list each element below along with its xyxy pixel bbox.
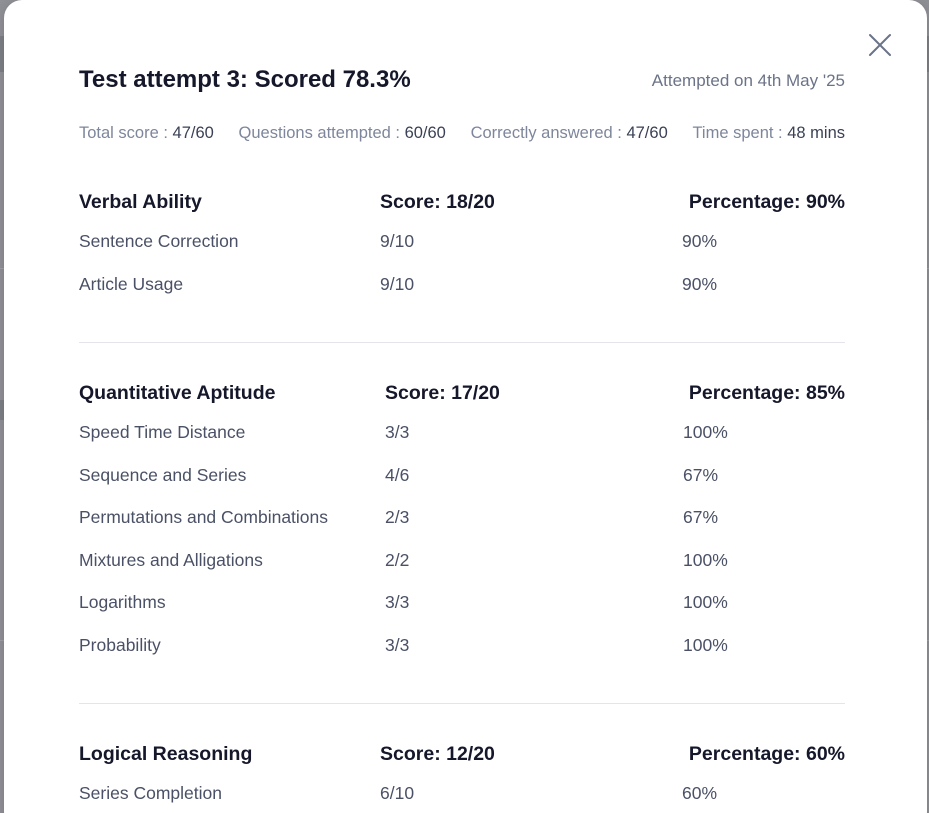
stat-total-score: Total score : 47/60 — [79, 124, 214, 143]
stat-value: 60/60 — [404, 124, 446, 142]
topic-percent: 100% — [683, 592, 728, 612]
topic-name: Sequence and Series — [79, 464, 247, 485]
stat-questions-attempted: Questions attempted : 60/60 — [239, 124, 446, 143]
topic-percent: 90% — [682, 273, 718, 294]
stat-correctly-answered: Correctly answered : 47/60 — [471, 124, 668, 143]
section-header: Verbal Ability Score: 18/20 Percentage: … — [79, 191, 845, 217]
topic-row: Logarithms 3/3 100% — [79, 592, 845, 635]
test-attempt-modal: Test attempt 3: Scored 78.3% Attempted o… — [4, 0, 927, 813]
section-logical-reasoning: Logical Reasoning Score: 12/20 Percentag… — [79, 743, 845, 813]
section-percentage: Percentage: 60% — [688, 743, 845, 765]
section-title: Quantitative Aptitude — [79, 382, 276, 404]
section-quantitative-aptitude: Quantitative Aptitude Score: 17/20 Perce… — [79, 382, 845, 677]
section-title: Logical Reasoning — [79, 743, 253, 765]
stat-time-spent: Time spent : 48 mins — [692, 124, 845, 143]
topic-score: 4/6 — [385, 464, 410, 485]
topic-percent: 67% — [683, 464, 719, 485]
section-percentage: Percentage: 85% — [688, 382, 845, 404]
section-divider — [79, 703, 845, 704]
modal-header: Test attempt 3: Scored 78.3% Attempted o… — [79, 66, 845, 98]
topic-score: 3/3 — [385, 634, 410, 655]
stat-label: Time spent : — [692, 124, 788, 142]
topic-score: 2/3 — [385, 507, 410, 527]
stat-label: Total score : — [79, 124, 173, 142]
topic-row: Sequence and Series 4/6 67% — [79, 465, 845, 508]
section-title: Verbal Ability — [79, 191, 202, 213]
stat-label: Correctly answered : — [470, 124, 627, 142]
topic-row: Permutations and Combinations 2/3 67% — [79, 507, 845, 550]
section-score: Score: 17/20 — [385, 382, 500, 404]
topic-name: Series Completion — [79, 783, 222, 803]
topic-score: 3/3 — [385, 592, 410, 612]
topic-name: Sentence Correction — [79, 231, 239, 251]
topic-percent: 100% — [683, 422, 728, 442]
topic-score: 3/3 — [385, 422, 410, 442]
section-header: Logical Reasoning Score: 12/20 Percentag… — [79, 743, 845, 769]
modal-title: Test attempt 3: Scored 78.3% — [79, 66, 411, 93]
summary-stats: Total score : 47/60 Questions attempted … — [79, 124, 845, 143]
topic-percent: 100% — [683, 549, 728, 570]
topic-row: Mixtures and Alligations 2/2 100% — [79, 550, 845, 593]
topic-row: Article Usage 9/10 90% — [79, 274, 845, 317]
attempt-date: Attempted on 4th May '25 — [651, 71, 845, 90]
topic-score: 9/10 — [380, 231, 415, 251]
stat-value: 47/60 — [626, 124, 668, 142]
topic-name: Speed Time Distance — [79, 422, 246, 442]
topic-name: Probability — [79, 634, 161, 655]
topic-score: 2/2 — [385, 549, 410, 570]
section-score: Score: 12/20 — [380, 743, 495, 765]
close-icon — [869, 34, 891, 56]
topic-row: Probability 3/3 100% — [79, 635, 845, 678]
topic-name: Mixtures and Alligations — [79, 549, 263, 570]
topic-score: 6/10 — [380, 783, 415, 803]
stat-label: Questions attempted : — [238, 124, 405, 142]
section-header: Quantitative Aptitude Score: 17/20 Perce… — [79, 382, 845, 408]
topic-score: 9/10 — [380, 273, 415, 294]
topic-row: Series Completion 6/10 60% — [79, 783, 845, 813]
topic-name: Permutations and Combinations — [79, 507, 329, 527]
topic-percent: 67% — [683, 507, 719, 527]
stat-value: 48 mins — [787, 124, 845, 142]
topic-row: Sentence Correction 9/10 90% — [79, 231, 845, 274]
stat-value: 47/60 — [172, 124, 214, 142]
section-divider — [79, 342, 845, 343]
topic-percent: 60% — [682, 783, 718, 803]
section-verbal-ability: Verbal Ability Score: 18/20 Percentage: … — [79, 191, 845, 316]
topic-percent: 100% — [683, 634, 728, 655]
topic-row: Speed Time Distance 3/3 100% — [79, 422, 845, 465]
topic-percent: 90% — [682, 231, 718, 251]
section-percentage: Percentage: 90% — [688, 191, 845, 213]
close-button[interactable] — [866, 31, 894, 59]
topic-name: Article Usage — [79, 273, 184, 294]
topic-name: Logarithms — [79, 592, 166, 612]
section-score: Score: 18/20 — [380, 191, 495, 213]
